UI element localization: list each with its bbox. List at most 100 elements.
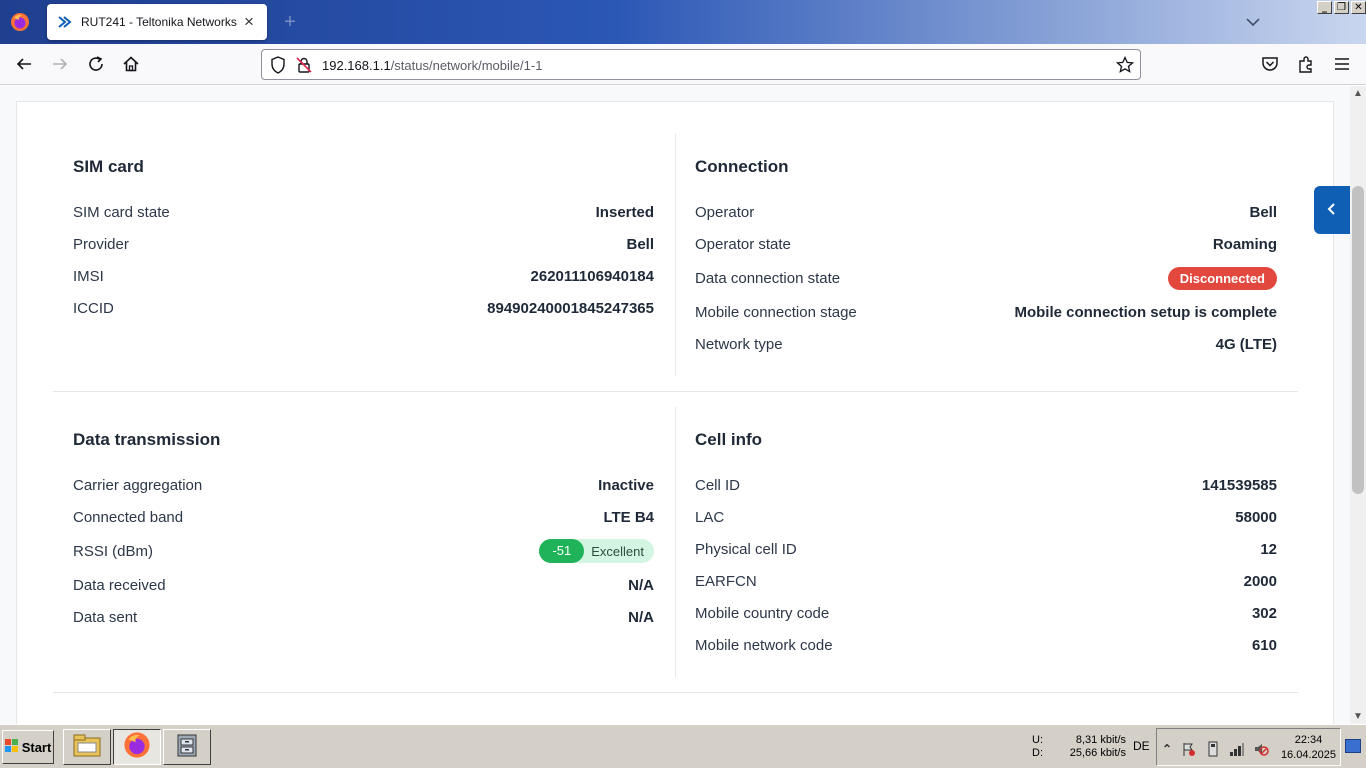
browser-nav-bar: 192.168.1.1/status/network/mobile/1-1 — [0, 44, 1366, 85]
new-tab-icon[interactable]: + — [280, 10, 300, 34]
scrollbar-thumb[interactable] — [1352, 186, 1364, 494]
firefox-menu-icon[interactable] — [10, 12, 30, 32]
data-connection-state-row: Data connection state Disconnected — [695, 266, 1277, 290]
system-tray: ⌃ 22:34 16.04.2025 — [1156, 728, 1341, 766]
volume-muted-icon[interactable] — [1253, 741, 1269, 757]
tracking-shield-icon[interactable] — [270, 56, 286, 79]
rssi-signal-badge: -51 Excellent — [539, 539, 654, 563]
chevron-down-icon[interactable] — [1243, 12, 1263, 32]
row-label: RSSI (dBm) — [73, 542, 154, 560]
url-text[interactable]: 192.168.1.1/status/network/mobile/1-1 — [322, 58, 542, 73]
show-desktop-icon[interactable] — [1345, 739, 1361, 753]
row-value: 12 — [1260, 540, 1277, 558]
page-scrollbar[interactable]: ▲ ▼ — [1350, 86, 1366, 724]
scroll-up-arrow-icon[interactable]: ▲ — [1353, 88, 1363, 99]
cell-id-row: Cell ID 141539585 — [695, 475, 1277, 495]
row-value: 141539585 — [1201, 476, 1277, 494]
rssi-quality: Excellent — [591, 543, 644, 559]
insecure-lock-icon[interactable] — [296, 56, 312, 79]
section-title: Data transmission — [73, 430, 221, 449]
firefox-taskbar-button[interactable] — [113, 729, 161, 765]
file-manager-taskbar-button[interactable] — [63, 729, 111, 765]
iccid-row: ICCID 89490240001845247365 — [73, 298, 654, 318]
network-speed-values: 8,31 kbit/s 25,66 kbit/s — [1056, 734, 1126, 760]
forward-arrow-icon[interactable] — [49, 53, 71, 75]
row-label: LAC — [695, 508, 725, 526]
section-divider — [53, 391, 1298, 392]
address-bar[interactable]: 192.168.1.1/status/network/mobile/1-1 — [261, 49, 1141, 80]
taskbar-clock[interactable]: 22:34 16.04.2025 — [1281, 733, 1336, 763]
row-label: ICCID — [73, 299, 114, 317]
carrier-aggregation-row: Carrier aggregation Inactive — [73, 475, 654, 495]
reload-icon[interactable] — [85, 53, 107, 75]
windows-logo-icon — [4, 738, 19, 756]
scroll-down-arrow-icon[interactable]: ▼ — [1353, 711, 1363, 722]
browser-tab-active[interactable]: RUT241 - Teltonika Networks × — [47, 4, 267, 40]
provider-row: Provider Bell — [73, 234, 654, 254]
row-label: Mobile country code — [695, 604, 830, 622]
back-arrow-icon[interactable] — [13, 53, 35, 75]
section-title: SIM card — [73, 157, 144, 176]
column-divider — [675, 134, 676, 376]
bookmark-star-icon[interactable] — [1115, 55, 1135, 79]
mobile-network-code-row: Mobile network code 610 — [695, 635, 1277, 655]
extensions-icon[interactable] — [1295, 53, 1317, 75]
page-viewport: SIM card SIM card state Inserted Provider… — [0, 86, 1350, 724]
physical-cell-id-row: Physical cell ID 12 — [695, 539, 1277, 559]
lac-row: LAC 58000 — [695, 507, 1277, 527]
imsi-row: IMSI 262011106940184 — [73, 266, 654, 286]
data-sent-row: Data sent N/A — [73, 607, 654, 627]
teltonika-favicon-icon — [57, 14, 73, 30]
section-divider — [53, 692, 1298, 693]
row-value: Bell — [626, 235, 654, 253]
chevron-up-icon[interactable]: ⌃ — [1159, 741, 1175, 757]
row-label: Operator state — [695, 235, 791, 253]
data-received-row: Data received N/A — [73, 575, 654, 595]
row-label: Data received — [73, 576, 166, 594]
row-label: SIM card state — [73, 203, 170, 221]
row-value: Bell — [1249, 203, 1277, 221]
home-icon[interactable] — [120, 53, 142, 75]
row-value: Inserted — [595, 203, 654, 221]
file-manager-icon — [72, 732, 102, 763]
section-title: Cell info — [695, 430, 763, 449]
sim-card-state-row: SIM card state Inserted — [73, 202, 654, 222]
clock-date: 16.04.2025 — [1280, 749, 1336, 761]
close-tab-icon[interactable]: × — [241, 13, 257, 30]
usb-device-icon[interactable] — [1205, 741, 1221, 757]
mobile-country-code-row: Mobile country code 302 — [695, 603, 1277, 623]
url-path: /status/network/mobile/1-1 — [390, 58, 543, 73]
row-value: 2000 — [1243, 572, 1277, 590]
row-label: Physical cell ID — [695, 540, 797, 558]
sidebar-toggle-button[interactable] — [1314, 186, 1350, 234]
restore-button[interactable]: ❐ — [1334, 1, 1349, 14]
hamburger-menu-icon[interactable] — [1331, 53, 1353, 75]
row-value: 58000 — [1235, 508, 1277, 526]
row-label: EARFCN — [695, 572, 757, 590]
keyboard-language[interactable]: DE — [1133, 739, 1150, 753]
browser-tab-strip: RUT241 - Teltonika Networks × + _ ❐ ✕ — [0, 0, 1366, 44]
row-value: 89490240001845247365 — [487, 299, 654, 317]
row-label: Mobile network code — [695, 636, 833, 654]
download-label: D: — [1032, 747, 1043, 759]
row-label: Data connection state — [695, 269, 841, 287]
row-label: Carrier aggregation — [73, 476, 203, 494]
row-label: IMSI — [73, 267, 104, 285]
action-center-flag-icon[interactable] — [1181, 741, 1197, 757]
row-value: 262011106940184 — [530, 267, 654, 285]
pocket-icon[interactable] — [1259, 53, 1281, 75]
section-title: Connection — [695, 157, 789, 176]
chevron-left-icon — [1325, 200, 1339, 221]
operator-row: Operator Bell — [695, 202, 1277, 222]
operator-state-row: Operator state Roaming — [695, 234, 1277, 254]
signal-strength-icon[interactable] — [1229, 741, 1245, 757]
upload-speed: 8,31 kbit/s — [1075, 734, 1126, 746]
start-button[interactable]: Start — [2, 730, 54, 764]
row-label: Data sent — [73, 608, 138, 626]
mobile-status-card: SIM card SIM card state Inserted Provider… — [16, 101, 1334, 724]
archive-manager-taskbar-button[interactable] — [163, 729, 211, 765]
close-window-button[interactable]: ✕ — [1351, 1, 1366, 14]
mobile-connection-stage-row: Mobile connection stage Mobile connection… — [695, 302, 1277, 322]
minimize-button[interactable]: _ — [1317, 1, 1332, 14]
row-value: N/A — [628, 608, 654, 626]
